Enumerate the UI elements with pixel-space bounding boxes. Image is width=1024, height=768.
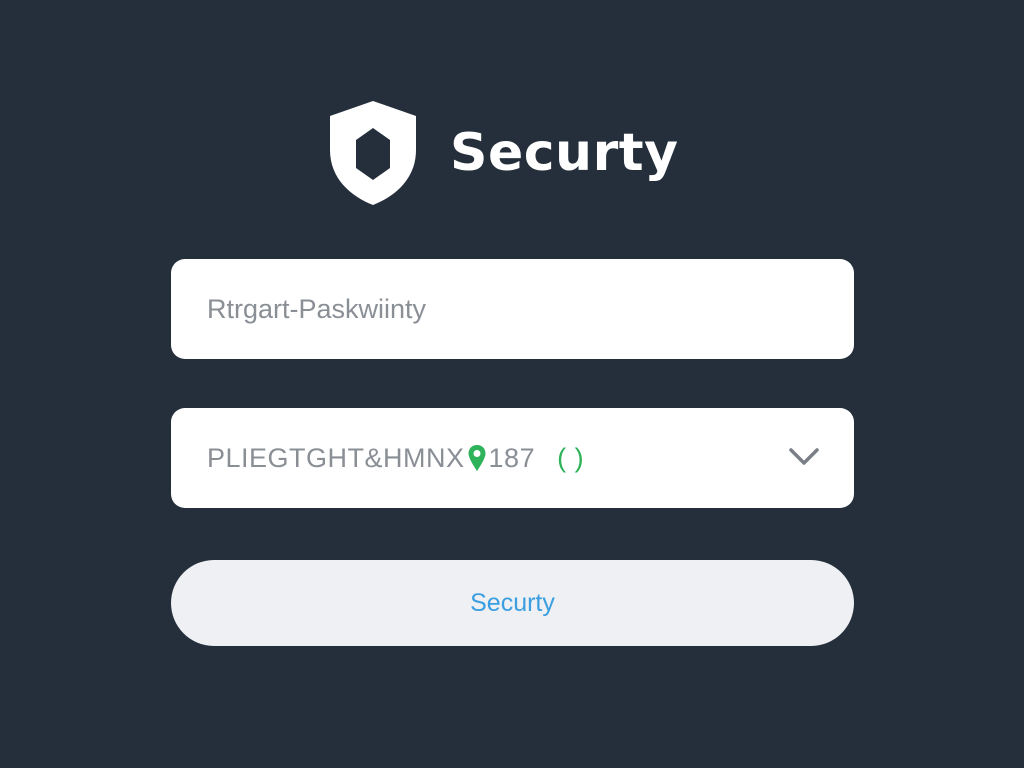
select-value: PLIEGTGHT&HMNX 187 ( ): [207, 443, 584, 474]
chevron-down-icon[interactable]: [788, 446, 820, 468]
password-input[interactable]: [207, 293, 787, 325]
select-value-text: PLIEGTGHT&HMNX: [207, 442, 465, 473]
select-value-number: 187: [488, 442, 536, 473]
app-title: Securty: [450, 123, 679, 183]
location-pin-icon: [468, 445, 486, 471]
shield-icon: [330, 101, 416, 205]
submit-button[interactable]: Securty: [171, 560, 854, 646]
security-select[interactable]: PLIEGTGHT&HMNX 187 ( ): [171, 408, 854, 508]
brand-header: Securty: [326, 98, 678, 208]
select-value-brackets: ( ): [557, 442, 585, 473]
password-field[interactable]: [171, 259, 854, 359]
